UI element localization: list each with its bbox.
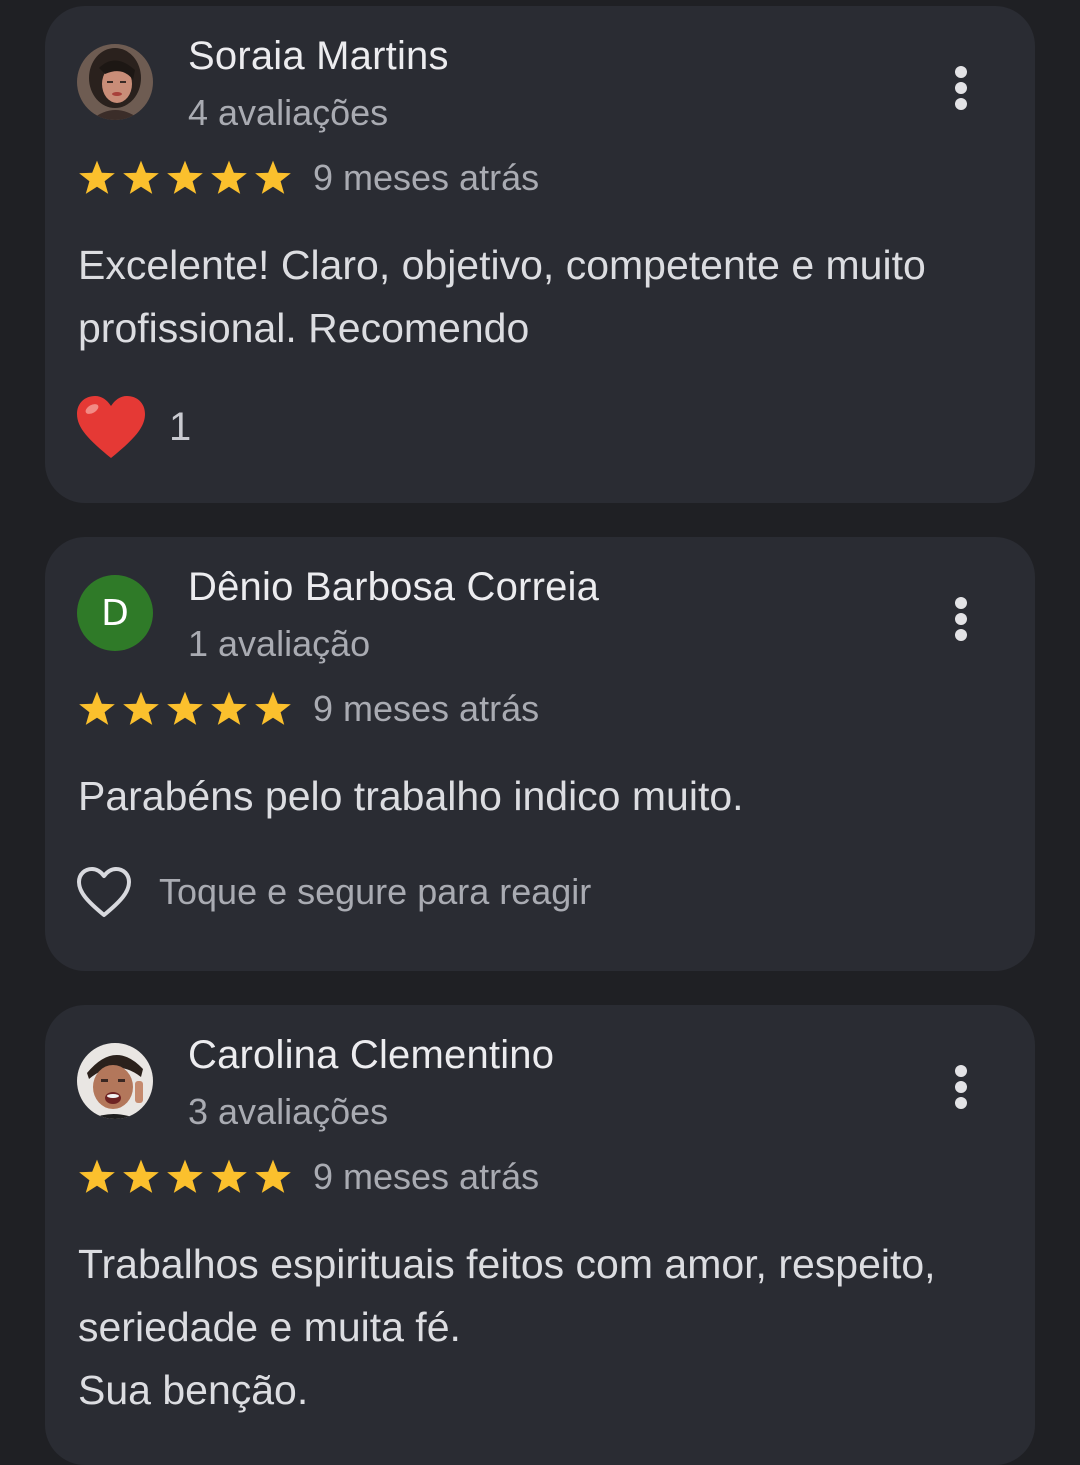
review-text-line: profissional. Recomendo (78, 305, 530, 351)
star-icon (211, 160, 247, 194)
star-icon (167, 1159, 203, 1193)
star-icon (255, 1159, 291, 1193)
heart-outline-icon (77, 867, 131, 917)
review-text-line: Sua benção. (78, 1367, 309, 1413)
reaction-count: 1 (169, 404, 192, 449)
reaction-button[interactable]: Toque e segure para reagir (75, 865, 591, 919)
reviewer-review-count: 3 avaliações (188, 1091, 389, 1132)
star-icon (123, 691, 159, 725)
star-icon (79, 691, 115, 725)
review-date: 9 meses atrás (313, 1156, 540, 1197)
star-rating (77, 1157, 297, 1197)
reviewer-review-count: 1 avaliação (188, 623, 371, 664)
more-vert-icon (955, 597, 967, 641)
more-vert-icon (955, 1065, 967, 1109)
reviewer-avatar-letter[interactable]: D (77, 575, 153, 651)
review-text-line: seriedade e muita fé. (78, 1304, 461, 1350)
star-icon (211, 691, 247, 725)
reaction-button[interactable]: 1 (75, 394, 191, 460)
review-text: Parabéns pelo trabalho indico muito. (78, 765, 1013, 828)
star-icon (123, 160, 159, 194)
reaction-hint: Toque e segure para reagir (159, 871, 592, 912)
reviewer-review-count: 4 avaliações (188, 92, 389, 133)
review-date: 9 meses atrás (313, 688, 540, 729)
review-text: Excelente! Claro, objetivo, competente e… (78, 234, 1013, 360)
star-icon (79, 1159, 115, 1193)
star-icon (79, 160, 115, 194)
star-icon (167, 691, 203, 725)
review-card: Soraia Martins 4 avaliações 9 meses atrá… (45, 6, 1035, 503)
star-icon (255, 160, 291, 194)
star-icon (211, 1159, 247, 1193)
star-rating (77, 689, 297, 729)
more-options-button[interactable] (937, 64, 985, 112)
review-text-line: Excelente! Claro, objetivo, competente e… (78, 242, 926, 288)
star-rating (77, 158, 297, 198)
review-date: 9 meses atrás (313, 157, 540, 198)
more-options-button[interactable] (937, 595, 985, 643)
review-card: D Dênio Barbosa Correia 1 avaliação 9 me… (45, 537, 1035, 971)
review-card: Carolina Clementino 3 avaliações 9 meses… (45, 1005, 1035, 1465)
more-options-button[interactable] (937, 1063, 985, 1111)
star-icon (123, 1159, 159, 1193)
star-icon (255, 691, 291, 725)
reviewer-name[interactable]: Carolina Clementino (188, 1033, 554, 1078)
review-text-line: Trabalhos espirituais feitos com amor, r… (78, 1241, 936, 1287)
reviewer-avatar-photo[interactable] (77, 44, 153, 120)
red-heart-icon (77, 396, 145, 458)
star-icon (167, 160, 203, 194)
reviewer-name[interactable]: Dênio Barbosa Correia (188, 565, 599, 610)
review-text: Trabalhos espirituais feitos com amor, r… (78, 1233, 1013, 1422)
review-text-line: Parabéns pelo trabalho indico muito. (78, 773, 744, 819)
reviewer-name[interactable]: Soraia Martins (188, 34, 449, 79)
more-vert-icon (955, 66, 967, 110)
reviewer-avatar-photo[interactable] (77, 1043, 153, 1119)
